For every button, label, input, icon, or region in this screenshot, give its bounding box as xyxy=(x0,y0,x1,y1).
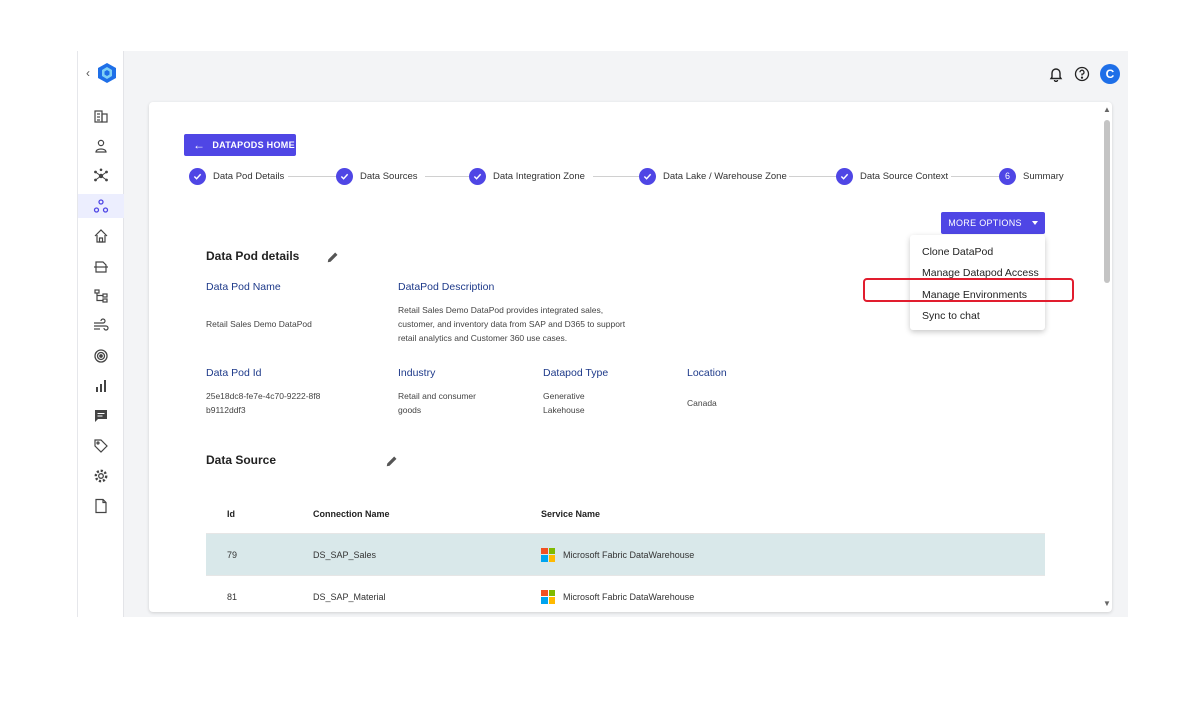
industry-value: Retail and consumer goods xyxy=(398,391,476,415)
settings-gear-icon[interactable] xyxy=(89,464,113,488)
logo-area: ‹ xyxy=(86,61,122,85)
wizard-stepper: Data Pod Details Data Sources Data Integ… xyxy=(189,166,1069,186)
column-header-service-name[interactable]: Service Name xyxy=(541,509,1045,519)
step-label: Data Integration Zone xyxy=(493,170,585,182)
step-connector xyxy=(425,176,475,177)
step-data-integration-zone[interactable]: Data Integration Zone xyxy=(469,166,585,186)
edit-pencil-icon[interactable] xyxy=(385,454,399,468)
column-header-id[interactable]: Id xyxy=(206,509,313,519)
menu-item-clone-datapod[interactable]: Clone DataPod xyxy=(910,241,1045,263)
wind-icon[interactable] xyxy=(89,314,113,338)
microsoft-logo-icon xyxy=(541,547,555,562)
table-row[interactable]: 81 DS_SAP_Material Microsoft Fabric Data… xyxy=(206,576,1045,612)
step-number: 6 xyxy=(999,167,1016,185)
collapse-sidebar-icon[interactable]: ‹ xyxy=(86,66,96,80)
service-name-text: Microsoft Fabric DataWarehouse xyxy=(563,591,695,602)
microsoft-logo-icon xyxy=(541,589,555,604)
document-icon[interactable] xyxy=(89,494,113,518)
step-connector xyxy=(789,176,837,177)
check-circle-icon xyxy=(469,167,486,185)
step-connector xyxy=(951,176,1001,177)
column-header-connection-name[interactable]: Connection Name xyxy=(313,509,541,519)
notification-bell-icon[interactable] xyxy=(1048,66,1064,82)
step-label: Data Sources xyxy=(360,170,418,182)
data-pod-id-label: Data Pod Id xyxy=(206,367,262,379)
data-pod-details-title: Data Pod details xyxy=(206,249,300,263)
step-connector xyxy=(288,176,340,177)
edit-pencil-icon[interactable] xyxy=(326,250,340,264)
help-icon[interactable] xyxy=(1074,66,1090,82)
datapod-description-value: Retail Sales Demo DataPod provides integ… xyxy=(398,305,626,343)
chat-icon[interactable] xyxy=(89,404,113,428)
check-circle-icon xyxy=(336,167,353,185)
step-label: Data Pod Details xyxy=(213,170,285,182)
datapods-home-label: DATAPODS HOME xyxy=(212,140,295,150)
sidebar: ‹ xyxy=(78,51,124,617)
data-source-title: Data Source xyxy=(206,453,277,467)
data-transfer-icon[interactable] xyxy=(89,254,113,278)
datapods-home-button[interactable]: ← DATAPODS HOME xyxy=(184,134,296,156)
location-label: Location xyxy=(687,367,727,379)
step-connector xyxy=(593,176,641,177)
hierarchy-icon[interactable] xyxy=(89,284,113,308)
table-row[interactable]: 79 DS_SAP_Sales Microsoft Fabric DataWar… xyxy=(206,534,1045,576)
cell-connection-name: DS_SAP_Material xyxy=(313,591,386,602)
target-icon[interactable] xyxy=(89,344,113,368)
network-icon[interactable] xyxy=(89,164,113,188)
check-circle-icon xyxy=(189,167,206,185)
app-window: ‹ C ← DATAPODS HOME Data Pod Details Dat… xyxy=(77,51,1128,617)
highlight-annotation xyxy=(863,278,1074,302)
step-data-lake-warehouse-zone[interactable]: Data Lake / Warehouse Zone xyxy=(639,166,787,186)
data-pod-name-label: Data Pod Name xyxy=(206,281,281,293)
more-options-label: MORE OPTIONS xyxy=(948,218,1022,228)
data-pod-name-value: Retail Sales Demo DataPod xyxy=(206,319,312,329)
caret-down-icon xyxy=(1031,221,1038,225)
table-header: Id Connection Name Service Name xyxy=(206,494,1045,534)
user-avatar[interactable]: C xyxy=(1100,64,1120,84)
cell-id: 81 xyxy=(227,591,238,602)
cell-connection-name: DS_SAP_Sales xyxy=(313,549,377,560)
step-data-source-context[interactable]: Data Source Context xyxy=(836,166,948,186)
arrow-left-icon: ← xyxy=(193,138,206,152)
more-options-button[interactable]: MORE OPTIONS xyxy=(941,212,1045,234)
step-label: Data Lake / Warehouse Zone xyxy=(663,170,787,182)
scroll-down-icon[interactable]: ▼ xyxy=(1103,599,1111,608)
topbar-actions: C xyxy=(1048,64,1120,84)
service-name-text: Microsoft Fabric DataWarehouse xyxy=(563,549,695,560)
user-icon[interactable] xyxy=(89,134,113,158)
cell-service-name: Microsoft Fabric DataWarehouse xyxy=(541,547,1045,562)
building-icon[interactable] xyxy=(89,104,113,128)
data-pod-id-value: 25e18dc8-fe7e-4c70-9222-8f8b9112ddf3 xyxy=(206,391,321,415)
datapod-description-label: DataPod Description xyxy=(398,281,495,293)
datapod-summary-card: ← DATAPODS HOME Data Pod Details Data So… xyxy=(149,102,1112,612)
vertical-scrollbar[interactable]: ▲ ▼ xyxy=(1102,105,1112,608)
scroll-up-icon[interactable]: ▲ xyxy=(1103,105,1111,114)
data-source-table: Id Connection Name Service Name 79 DS_SA… xyxy=(206,494,1045,612)
menu-item-sync-to-chat[interactable]: Sync to chat xyxy=(910,306,1045,328)
step-data-pod-details[interactable]: Data Pod Details xyxy=(189,166,284,186)
step-summary[interactable]: 6 Summary xyxy=(999,166,1064,186)
datapod-type-value: Generative Lakehouse xyxy=(543,391,585,415)
datapod-type-label: Datapod Type xyxy=(543,367,609,379)
home-icon[interactable] xyxy=(89,224,113,248)
step-data-sources[interactable]: Data Sources xyxy=(336,166,418,186)
bar-chart-icon[interactable] xyxy=(89,374,113,398)
step-label: Summary xyxy=(1023,170,1064,182)
check-circle-icon xyxy=(639,167,656,185)
datapods-icon[interactable] xyxy=(78,194,124,218)
step-label: Data Source Context xyxy=(860,170,949,182)
tag-icon[interactable] xyxy=(89,434,113,458)
check-circle-icon xyxy=(836,167,853,185)
industry-label: Industry xyxy=(398,367,436,379)
cell-id: 79 xyxy=(227,549,238,560)
location-value: Canada xyxy=(687,398,717,408)
app-logo-icon[interactable] xyxy=(96,62,118,84)
scroll-thumb[interactable] xyxy=(1104,120,1110,283)
cell-service-name: Microsoft Fabric DataWarehouse xyxy=(541,589,1045,604)
